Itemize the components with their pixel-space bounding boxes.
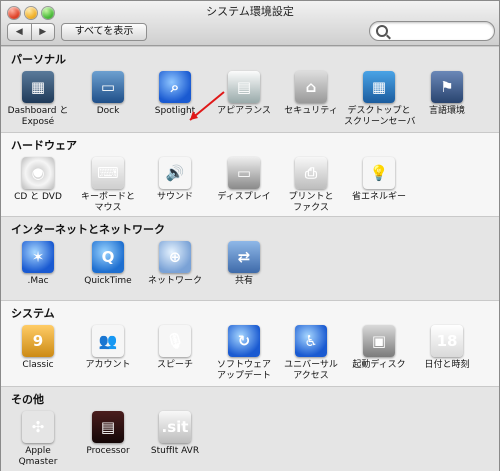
- pane-quicktime[interactable]: Q QuickTime: [73, 241, 143, 287]
- dashboard-icon: ▦: [22, 71, 54, 103]
- window-title: システム環境設定: [206, 5, 294, 18]
- pane-apple-qmaster[interactable]: ✣ Apple Qmaster: [3, 411, 73, 468]
- accounts-icon: 👥: [92, 325, 124, 357]
- displays-icon: ▭: [228, 157, 260, 189]
- desktop-screensaver-icon: ▦: [363, 71, 395, 103]
- pane-speech[interactable]: 🎙 スピーチ: [140, 325, 210, 371]
- keyboard-mouse-icon: ⌨: [92, 157, 124, 189]
- pane-universal-access[interactable]: ♿ ユニバーサル アクセス: [276, 325, 346, 382]
- pane-accounts[interactable]: 👥 アカウント: [73, 325, 143, 371]
- pane-dotmac[interactable]: ✶ .Mac: [3, 241, 73, 287]
- cd-dvd-icon: ◎: [22, 157, 54, 189]
- pane-print-fax[interactable]: ⎙ プリントと ファクス: [276, 157, 346, 214]
- pane-spotlight[interactable]: ⌕ Spotlight: [140, 71, 210, 117]
- system-preferences-window: システム環境設定 ◀ ▶ すべてを表示 パーソナル ▦ Dashboard と …: [0, 0, 500, 471]
- pane-software-update[interactable]: ↻ ソフトウェア アップデート: [209, 325, 279, 382]
- pane-appearance[interactable]: ▤ アピアランス: [209, 71, 279, 117]
- energy-saver-icon: 💡: [363, 157, 395, 189]
- pane-network[interactable]: ⊕ ネットワーク: [140, 241, 210, 287]
- pane-security[interactable]: ⌂ セキュリティ: [276, 71, 346, 117]
- section-personal: パーソナル ▦ Dashboard と Exposé ▭ Dock ⌕ Spot…: [1, 46, 499, 133]
- pane-stuffit-avr[interactable]: .sit StuffIt AVR: [140, 411, 210, 457]
- section-title: システム: [11, 307, 55, 320]
- section-title: その他: [11, 393, 44, 406]
- pane-displays[interactable]: ▭ ディスプレイ: [209, 157, 279, 203]
- search-icon: [376, 25, 388, 37]
- section-internet-network: インターネットとネットワーク ✶ .Mac Q QuickTime ⊕ ネットワ…: [1, 216, 499, 301]
- forward-button[interactable]: ▶: [30, 24, 55, 40]
- apple-qmaster-icon: ✣: [22, 411, 54, 443]
- pane-cd-dvd[interactable]: ◎ CD と DVD: [3, 157, 73, 203]
- pane-startup-disk[interactable]: ▣ 起動ディスク: [344, 325, 414, 371]
- appearance-icon: ▤: [228, 71, 260, 103]
- quicktime-icon: Q: [92, 241, 124, 273]
- pane-date-time[interactable]: 18 日付と時刻: [412, 325, 482, 371]
- classic-icon: 9: [22, 325, 54, 357]
- show-all-button[interactable]: すべてを表示: [61, 23, 147, 41]
- sound-icon: 🔊: [159, 157, 191, 189]
- date-time-icon: 18: [431, 325, 463, 357]
- international-icon: ⚑: [431, 71, 463, 103]
- section-system: システム 9 Classic 👥 アカウント 🎙 スピーチ ↻ ソフトウェア ア…: [1, 300, 499, 387]
- search-input[interactable]: [392, 24, 492, 38]
- section-title: パーソナル: [11, 53, 66, 66]
- speech-icon: 🎙: [159, 325, 191, 357]
- search-field[interactable]: [369, 21, 495, 41]
- dock-icon: ▭: [92, 71, 124, 103]
- print-fax-icon: ⎙: [295, 157, 327, 189]
- pane-energy-saver[interactable]: 💡 省エネルギー: [344, 157, 414, 203]
- section-title: ハードウェア: [11, 139, 77, 152]
- security-icon: ⌂: [295, 71, 327, 103]
- pane-classic[interactable]: 9 Classic: [3, 325, 73, 371]
- pane-desktop-screensaver[interactable]: ▦ デスクトップと スクリーンセーバ: [344, 71, 415, 128]
- back-forward-buttons: ◀ ▶: [7, 23, 55, 41]
- sharing-icon: ⇄: [228, 241, 260, 273]
- back-button[interactable]: ◀: [8, 24, 31, 40]
- section-title: インターネットとネットワーク: [11, 223, 165, 236]
- pane-processor[interactable]: ▤ Processor: [73, 411, 143, 457]
- pane-sound[interactable]: 🔊 サウンド: [140, 157, 210, 203]
- pane-sharing[interactable]: ⇄ 共有: [209, 241, 279, 287]
- preferences-content: パーソナル ▦ Dashboard と Exposé ▭ Dock ⌕ Spot…: [1, 46, 499, 471]
- processor-icon: ▤: [92, 411, 124, 443]
- software-update-icon: ↻: [228, 325, 260, 357]
- dotmac-icon: ✶: [22, 241, 54, 273]
- pane-keyboard-mouse[interactable]: ⌨ キーボードと マウス: [73, 157, 143, 214]
- stuffit-avr-icon: .sit: [159, 411, 191, 443]
- pane-international[interactable]: ⚑ 言語環境: [412, 71, 482, 117]
- network-icon: ⊕: [159, 241, 191, 273]
- pane-dashboard-expose[interactable]: ▦ Dashboard と Exposé: [3, 71, 73, 128]
- section-hardware: ハードウェア ◎ CD と DVD ⌨ キーボードと マウス 🔊 サウンド ▭ …: [1, 132, 499, 217]
- title-bar: システム環境設定 ◀ ▶ すべてを表示: [1, 1, 499, 46]
- startup-disk-icon: ▣: [363, 325, 395, 357]
- pane-dock[interactable]: ▭ Dock: [73, 71, 143, 117]
- spotlight-icon: ⌕: [159, 71, 191, 103]
- universal-access-icon: ♿: [295, 325, 327, 357]
- section-other: その他 ✣ Apple Qmaster ▤ Processor .sit Stu…: [1, 386, 499, 471]
